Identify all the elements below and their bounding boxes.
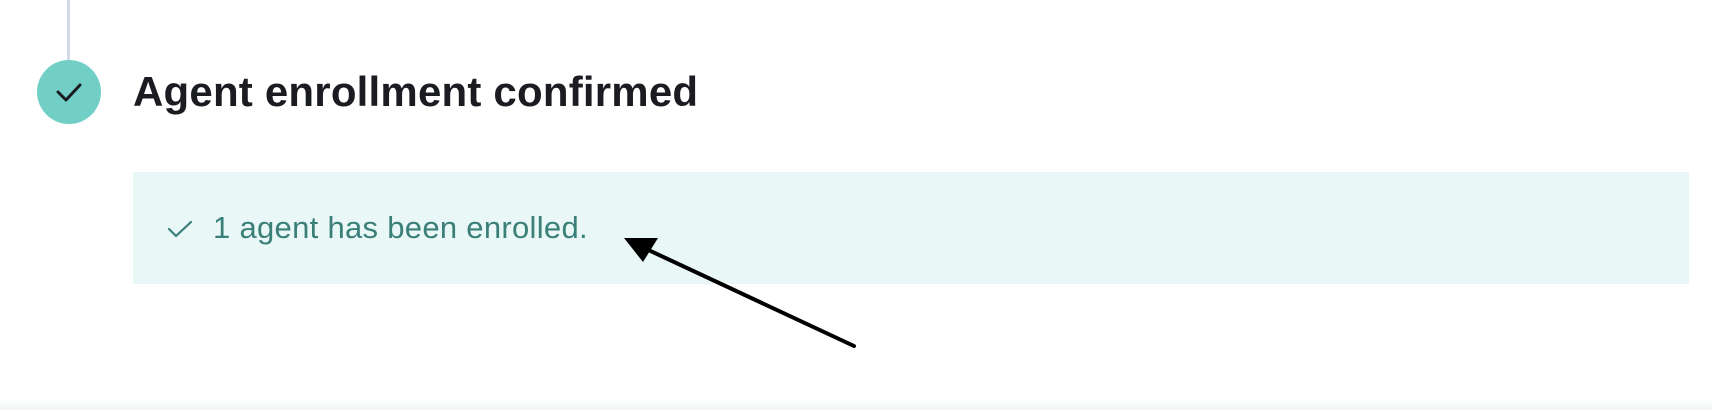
enrollment-step-panel: Agent enrollment confirmed 1 agent has b… bbox=[0, 0, 1712, 410]
step-title: Agent enrollment confirmed bbox=[133, 68, 699, 115]
step-status-indicator bbox=[37, 60, 101, 124]
step-connector-line bbox=[67, 0, 70, 60]
callout-check-icon bbox=[167, 216, 193, 242]
check-icon bbox=[56, 83, 82, 102]
callout-message: 1 agent has been enrolled. bbox=[213, 210, 588, 245]
success-callout: 1 agent has been enrolled. bbox=[133, 172, 1689, 284]
bottom-divider bbox=[0, 398, 1712, 410]
